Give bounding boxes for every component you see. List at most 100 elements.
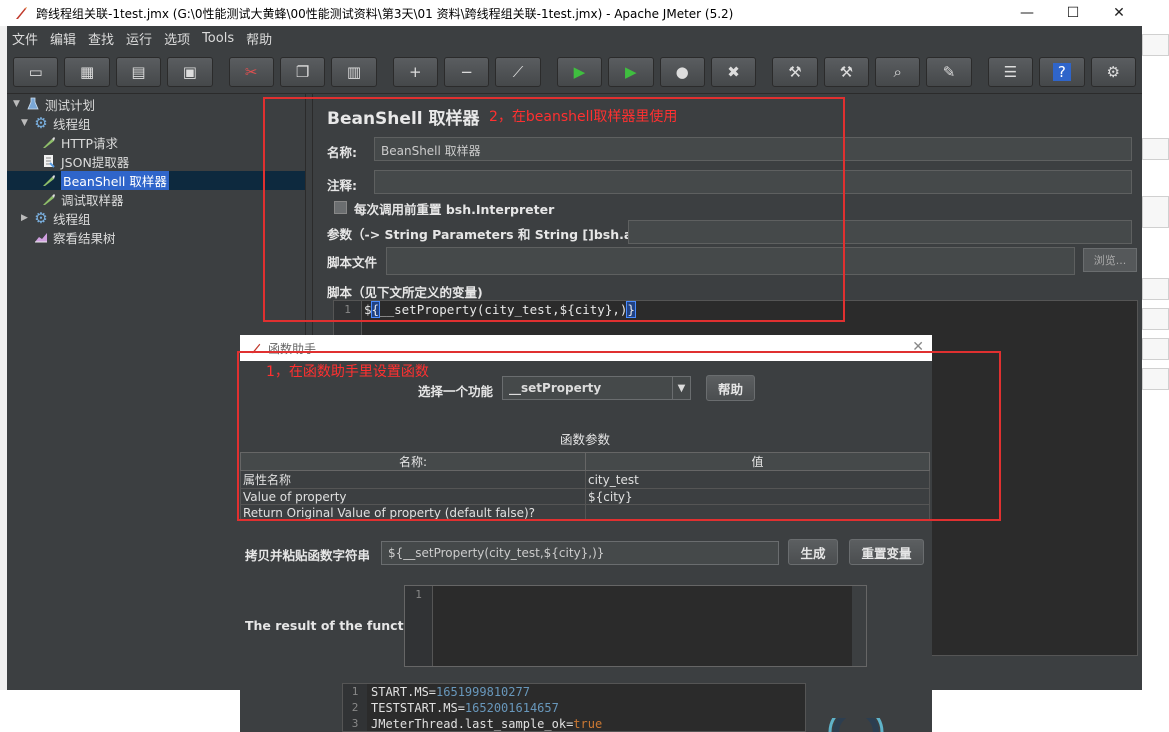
scrollbar[interactable] [852, 586, 866, 666]
open-button[interactable]: ▤ [115, 56, 162, 87]
stop-button[interactable]: ● [659, 56, 705, 87]
tree-item-thread-group-1[interactable]: ▼ ⚙ 线程组 [21, 114, 91, 132]
background-strip [1142, 338, 1169, 360]
close-button[interactable]: ✕ [1096, 0, 1142, 26]
shutdown-button[interactable]: ✖ [710, 56, 757, 87]
save-button[interactable]: ▣ [167, 56, 213, 87]
variables-log[interactable]: 1 2 3 START.MS=1651999810277 TESTSTART.MS… [342, 683, 806, 732]
tree-item-view-results-tree[interactable]: 察看结果树 [33, 228, 116, 246]
tree-item-label: 察看结果树 [53, 230, 116, 246]
tree-item-label: HTTP请求 [61, 135, 118, 151]
gear-icon: ⚙ [34, 209, 48, 227]
search-icon: ⌕ [893, 62, 902, 81]
annotation-text-function-helper: 1，在函数助手里设置函数 [266, 364, 429, 380]
background-area [0, 690, 240, 732]
menu-search[interactable]: 查找 [88, 29, 114, 48]
menu-file[interactable]: 文件 [12, 29, 38, 48]
flask-icon [25, 96, 41, 112]
new-button[interactable]: ▭ [13, 56, 59, 87]
browse-button[interactable]: 浏览... [1083, 248, 1137, 272]
log-key: JMeterThread.last_sample_ok= [371, 717, 574, 731]
tree-item-label: BeanShell 取样器 [61, 170, 169, 190]
log-line: TESTSTART.MS=1652001614657 [371, 700, 602, 716]
menu-run[interactable]: 运行 [126, 29, 152, 48]
tree-item-json-extractor[interactable]: JSON提取器 [41, 152, 129, 170]
menu-options[interactable]: 选项 [164, 29, 190, 48]
start-no-pause-button[interactable]: ▶ [608, 56, 654, 87]
clear-all-button[interactable]: ⚒ [823, 56, 869, 87]
copy-icon: ❐ [295, 62, 310, 81]
menu-edit[interactable]: 编辑 [50, 29, 76, 48]
document-icon [41, 153, 57, 169]
background-strip [1142, 308, 1169, 330]
open-icon: ▤ [131, 62, 146, 81]
tree-item-http-request[interactable]: HTTP请求 [41, 133, 118, 151]
remote-button[interactable]: ⚙ [1090, 56, 1136, 87]
function-helper-icon: ☰ [1003, 62, 1018, 81]
cut-button[interactable]: ✂ [228, 56, 274, 87]
tree-item-beanshell-sampler[interactable]: BeanShell 取样器 [41, 170, 169, 190]
expand-arrow-icon[interactable]: ▶ [21, 213, 33, 223]
start-button[interactable]: ▶ [556, 56, 603, 87]
paste-button[interactable]: ▥ [331, 56, 377, 87]
minimize-button[interactable]: — [1004, 0, 1050, 26]
remote-icon: ⚙ [1106, 62, 1120, 81]
new-icon: ▭ [28, 62, 43, 81]
function-helper-button[interactable]: ☰ [987, 56, 1034, 87]
menu-bar: 文件 编辑 查找 运行 选项 Tools 帮助 [7, 26, 1142, 50]
copy-function-label: 拷贝并粘贴函数字符串 [245, 548, 371, 563]
collapse-button[interactable]: − [444, 56, 490, 87]
tree-item-label: 调试取样器 [61, 192, 124, 208]
background-strip [1142, 34, 1169, 56]
expand-icon: + [409, 62, 422, 81]
background-strip [1142, 196, 1169, 228]
line-number: 1 [405, 586, 433, 666]
result-area[interactable]: 1 [404, 585, 867, 667]
templates-icon: ▦ [79, 62, 95, 81]
cut-icon: ✂ [244, 62, 258, 81]
clear-button[interactable]: ⚒ [772, 56, 818, 87]
menu-help[interactable]: 帮助 [246, 29, 272, 48]
log-lines: START.MS=1651999810277 TESTSTART.MS=16520… [371, 684, 602, 732]
log-key: TESTSTART.MS= [371, 701, 465, 715]
search-button[interactable]: ⌕ [875, 56, 921, 87]
toggle-icon: ⟋ [512, 62, 524, 81]
gear-icon: ⚙ [34, 114, 48, 132]
log-line: START.MS=1651999810277 [371, 684, 602, 700]
background-window [1142, 0, 1169, 732]
window-title: 跨线程组关联-1test.jmx (G:\0性能测试大黄蜂\00性能测试资料\第… [36, 6, 734, 21]
expand-button[interactable]: + [392, 56, 438, 87]
tree-item-label: JSON提取器 [61, 154, 130, 170]
status-ring-icon [828, 718, 884, 732]
clear-icon: ⚒ [788, 62, 802, 81]
log-key: START.MS= [371, 685, 437, 699]
paste-icon: ▥ [346, 62, 362, 81]
reset-search-button[interactable]: ✎ [926, 56, 972, 87]
tree-item-thread-group-2[interactable]: ▶ ⚙ 线程组 [21, 209, 91, 227]
background-strip [1142, 368, 1169, 390]
reset-variables-button[interactable]: 重置变量 [849, 539, 924, 565]
start-no-pause-icon: ▶ [625, 62, 637, 81]
expand-arrow-icon[interactable]: ▼ [21, 118, 33, 128]
annotation-text-beanshell: 2，在beanshell取样器里使用 [489, 109, 678, 125]
log-value: 1652001614657 [464, 701, 559, 715]
templates-button[interactable]: ▦ [64, 56, 110, 87]
copy-button[interactable]: ❐ [279, 56, 326, 87]
pipette-icon [41, 134, 57, 150]
log-value: 1651999810277 [436, 685, 530, 699]
toolbar: ▭ ▦ ▤ ▣ ✂ ❐ ▥ + − ⟋ ▶ ▶ ● ✖ ⚒ ⚒ ⌕ ✎ ☰? ⚙ [7, 50, 1142, 94]
chart-icon [33, 229, 49, 245]
stop-icon: ● [675, 62, 689, 81]
maximize-button[interactable]: ☐ [1050, 0, 1096, 26]
menu-tools[interactable]: Tools [202, 31, 234, 46]
tree-item-test-plan[interactable]: ▼ 测试计划 [13, 95, 95, 113]
expand-arrow-icon[interactable]: ▼ [13, 99, 25, 109]
line-number: 1 [351, 685, 359, 698]
function-string-field[interactable]: ${__setProperty(city_test,${city},)} [381, 541, 779, 565]
line-number: 3 [351, 717, 359, 730]
tree-item-debug-sampler[interactable]: 调试取样器 [41, 190, 124, 208]
toggle-button[interactable]: ⟋ [495, 56, 541, 87]
generate-button[interactable]: 生成 [788, 539, 838, 565]
help-button[interactable]: ? [1039, 56, 1085, 87]
tree-item-label: 测试计划 [45, 97, 96, 113]
